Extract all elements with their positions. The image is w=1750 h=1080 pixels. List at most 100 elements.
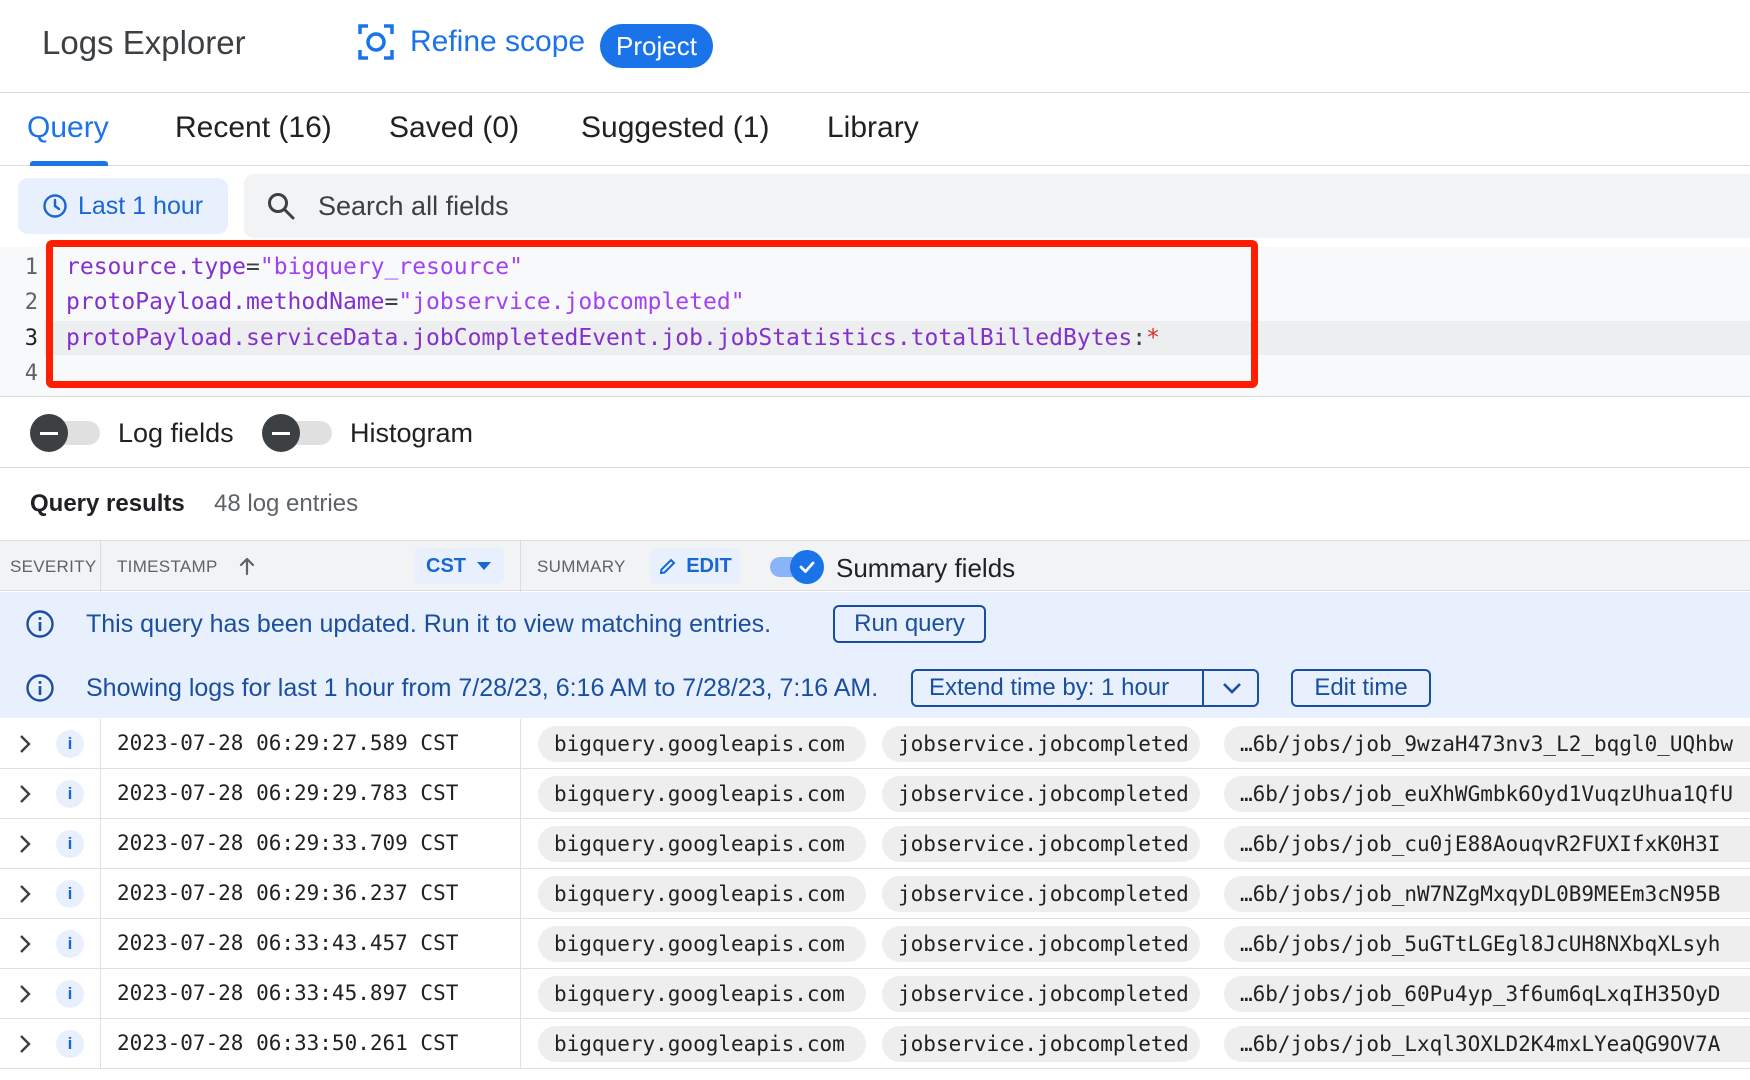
severity-info-icon: i bbox=[56, 1030, 84, 1058]
service-chip[interactable]: bigquery.googleapis.com bbox=[538, 776, 866, 812]
summary-header: SUMMARY bbox=[537, 557, 626, 576]
summary-fields-toggle[interactable] bbox=[770, 550, 824, 584]
row-timestamp: 2023-07-28 06:29:27.589 CST bbox=[117, 731, 459, 755]
pencil-icon bbox=[660, 558, 676, 575]
service-chip[interactable]: bigquery.googleapis.com bbox=[538, 926, 866, 962]
column-divider bbox=[520, 769, 521, 819]
search-input[interactable] bbox=[318, 190, 1118, 222]
results-count: 48 log entries bbox=[214, 490, 359, 517]
service-chip[interactable]: bigquery.googleapis.com bbox=[538, 726, 866, 762]
severity-info-icon: i bbox=[56, 930, 84, 958]
chevron-right-icon[interactable] bbox=[14, 833, 36, 855]
row-timestamp: 2023-07-28 06:33:43.457 CST bbox=[117, 931, 459, 955]
table-row[interactable]: i 2023-07-28 06:29:27.589 CST bigquery.goo… bbox=[0, 719, 1750, 769]
toggle-off-icon bbox=[30, 414, 68, 452]
row-timestamp: 2023-07-28 06:33:45.897 CST bbox=[117, 981, 459, 1005]
resource-chip[interactable]: …6b/jobs/job_Lxql3OXLD2K4mxLYeaQG9OV7A bbox=[1224, 1026, 1750, 1062]
table-row[interactable]: i 2023-07-28 06:29:29.783 CST bigquery.goo… bbox=[0, 769, 1750, 819]
table-row[interactable]: i 2023-07-28 06:33:50.261 CST bigquery.goo… bbox=[0, 1019, 1750, 1069]
tab-suggested[interactable]: Suggested (1) bbox=[581, 111, 769, 145]
timestamp-header[interactable]: TIMESTAMP bbox=[117, 557, 218, 577]
tab-recent[interactable]: Recent (16) bbox=[175, 111, 332, 145]
severity-header[interactable]: SEVERITY bbox=[10, 557, 96, 577]
column-divider bbox=[520, 719, 521, 769]
tab-library[interactable]: Library bbox=[827, 111, 919, 145]
line-number: 4 bbox=[24, 361, 38, 386]
method-chip[interactable]: jobservice.jobcompleted bbox=[882, 926, 1200, 962]
edit-time-button[interactable]: Edit time bbox=[1291, 669, 1431, 707]
service-chip[interactable]: bigquery.googleapis.com bbox=[538, 976, 866, 1012]
resource-chip[interactable]: …6b/jobs/job_5uGTtLGEgl8JcUH8NXbqXLsyh bbox=[1224, 926, 1750, 962]
resource-chip[interactable]: …6b/jobs/job_cu0jE88AouqvR2FUXIfxK0H3I bbox=[1224, 826, 1750, 862]
table-row[interactable]: i 2023-07-28 06:33:45.897 CST bigquery.goo… bbox=[0, 969, 1750, 1019]
severity-info-icon: i bbox=[56, 830, 84, 858]
timezone-dropdown[interactable]: CST bbox=[414, 548, 504, 584]
resource-chip[interactable]: …6b/jobs/job_euXhWGmbk6Oyd1VuqzUhua1QfU bbox=[1224, 776, 1750, 812]
column-divider bbox=[520, 1019, 521, 1069]
chevron-down-icon[interactable] bbox=[1221, 680, 1243, 696]
app-header: Logs Explorer Refine scope Project bbox=[0, 0, 1750, 93]
chevron-right-icon[interactable] bbox=[14, 783, 36, 805]
column-divider bbox=[100, 969, 101, 1019]
column-divider bbox=[100, 919, 101, 969]
column-divider bbox=[100, 541, 101, 592]
resource-chip[interactable]: …6b/jobs/job_60Pu4yp_3f6um6qLxqIH35OyD bbox=[1224, 976, 1750, 1012]
time-range-label: Last 1 hour bbox=[78, 191, 204, 220]
arrow-up-icon[interactable] bbox=[236, 555, 258, 577]
column-divider bbox=[520, 919, 521, 969]
refine-scope-button[interactable]: Refine scope bbox=[356, 22, 585, 62]
service-chip[interactable]: bigquery.googleapis.com bbox=[538, 1026, 866, 1062]
view-toggles: Log fields Histogram bbox=[0, 398, 1750, 468]
extend-time-button[interactable]: Extend time by: 1 hour bbox=[911, 669, 1259, 707]
run-query-button[interactable]: Run query bbox=[833, 605, 986, 643]
search-icon bbox=[268, 193, 295, 220]
row-timestamp: 2023-07-28 06:29:33.709 CST bbox=[117, 831, 459, 855]
service-chip[interactable]: bigquery.googleapis.com bbox=[538, 826, 866, 862]
info-banners: This query has been updated. Run it to v… bbox=[0, 592, 1750, 718]
method-chip[interactable]: jobservice.jobcompleted bbox=[882, 976, 1200, 1012]
time-range-text: Showing logs for last 1 hour from 7/28/2… bbox=[86, 674, 879, 702]
summary-fields-label: Summary fields bbox=[836, 553, 1016, 583]
time-range-button[interactable]: Last 1 hour bbox=[18, 178, 228, 234]
focus-frame-icon bbox=[358, 24, 394, 60]
chevron-right-icon[interactable] bbox=[14, 983, 36, 1005]
line-number: 1 bbox=[24, 255, 38, 280]
method-chip[interactable]: jobservice.jobcompleted bbox=[882, 1026, 1200, 1062]
chevron-right-icon[interactable] bbox=[14, 933, 36, 955]
info-icon bbox=[26, 610, 54, 638]
project-badge[interactable]: Project bbox=[600, 24, 713, 68]
clock-icon bbox=[43, 194, 67, 218]
column-divider bbox=[100, 869, 101, 919]
info-icon bbox=[26, 674, 54, 702]
column-divider bbox=[100, 769, 101, 819]
chevron-right-icon[interactable] bbox=[14, 733, 36, 755]
row-timestamp: 2023-07-28 06:33:50.261 CST bbox=[117, 1031, 459, 1055]
log-fields-toggle[interactable] bbox=[30, 414, 100, 452]
row-timestamp: 2023-07-28 06:29:29.783 CST bbox=[117, 781, 459, 805]
active-tab-indicator bbox=[30, 161, 108, 166]
column-divider bbox=[100, 819, 101, 869]
query-highlight-box bbox=[46, 240, 1258, 388]
edit-summary-button[interactable]: EDIT bbox=[650, 548, 740, 584]
method-chip[interactable]: jobservice.jobcompleted bbox=[882, 826, 1200, 862]
method-chip[interactable]: jobservice.jobcompleted bbox=[882, 726, 1200, 762]
tab-saved[interactable]: Saved (0) bbox=[389, 111, 519, 145]
column-divider bbox=[100, 1019, 101, 1069]
results-title: Query results bbox=[30, 490, 185, 517]
table-row[interactable]: i 2023-07-28 06:29:33.709 CST bigquery.goo… bbox=[0, 819, 1750, 869]
tab-query[interactable]: Query bbox=[27, 111, 109, 145]
histogram-toggle[interactable] bbox=[262, 414, 332, 452]
resource-chip[interactable]: …6b/jobs/job_nW7NZgMxqyDL0B9MEEm3cN95B bbox=[1224, 876, 1750, 912]
column-divider bbox=[520, 819, 521, 869]
resource-chip[interactable]: …6b/jobs/job_9wzaH473nv3_L2_bqgl0_UQhbw bbox=[1224, 726, 1750, 762]
chevron-right-icon[interactable] bbox=[14, 883, 36, 905]
timezone-label: CST bbox=[426, 554, 466, 577]
refine-scope-label: Refine scope bbox=[410, 25, 586, 58]
table-row[interactable]: i 2023-07-28 06:29:36.237 CST bigquery.goo… bbox=[0, 869, 1750, 919]
service-chip[interactable]: bigquery.googleapis.com bbox=[538, 876, 866, 912]
table-row[interactable]: i 2023-07-28 06:33:43.457 CST bigquery.goo… bbox=[0, 919, 1750, 969]
caret-down-icon bbox=[477, 562, 491, 570]
method-chip[interactable]: jobservice.jobcompleted bbox=[882, 776, 1200, 812]
method-chip[interactable]: jobservice.jobcompleted bbox=[882, 876, 1200, 912]
chevron-right-icon[interactable] bbox=[14, 1033, 36, 1055]
